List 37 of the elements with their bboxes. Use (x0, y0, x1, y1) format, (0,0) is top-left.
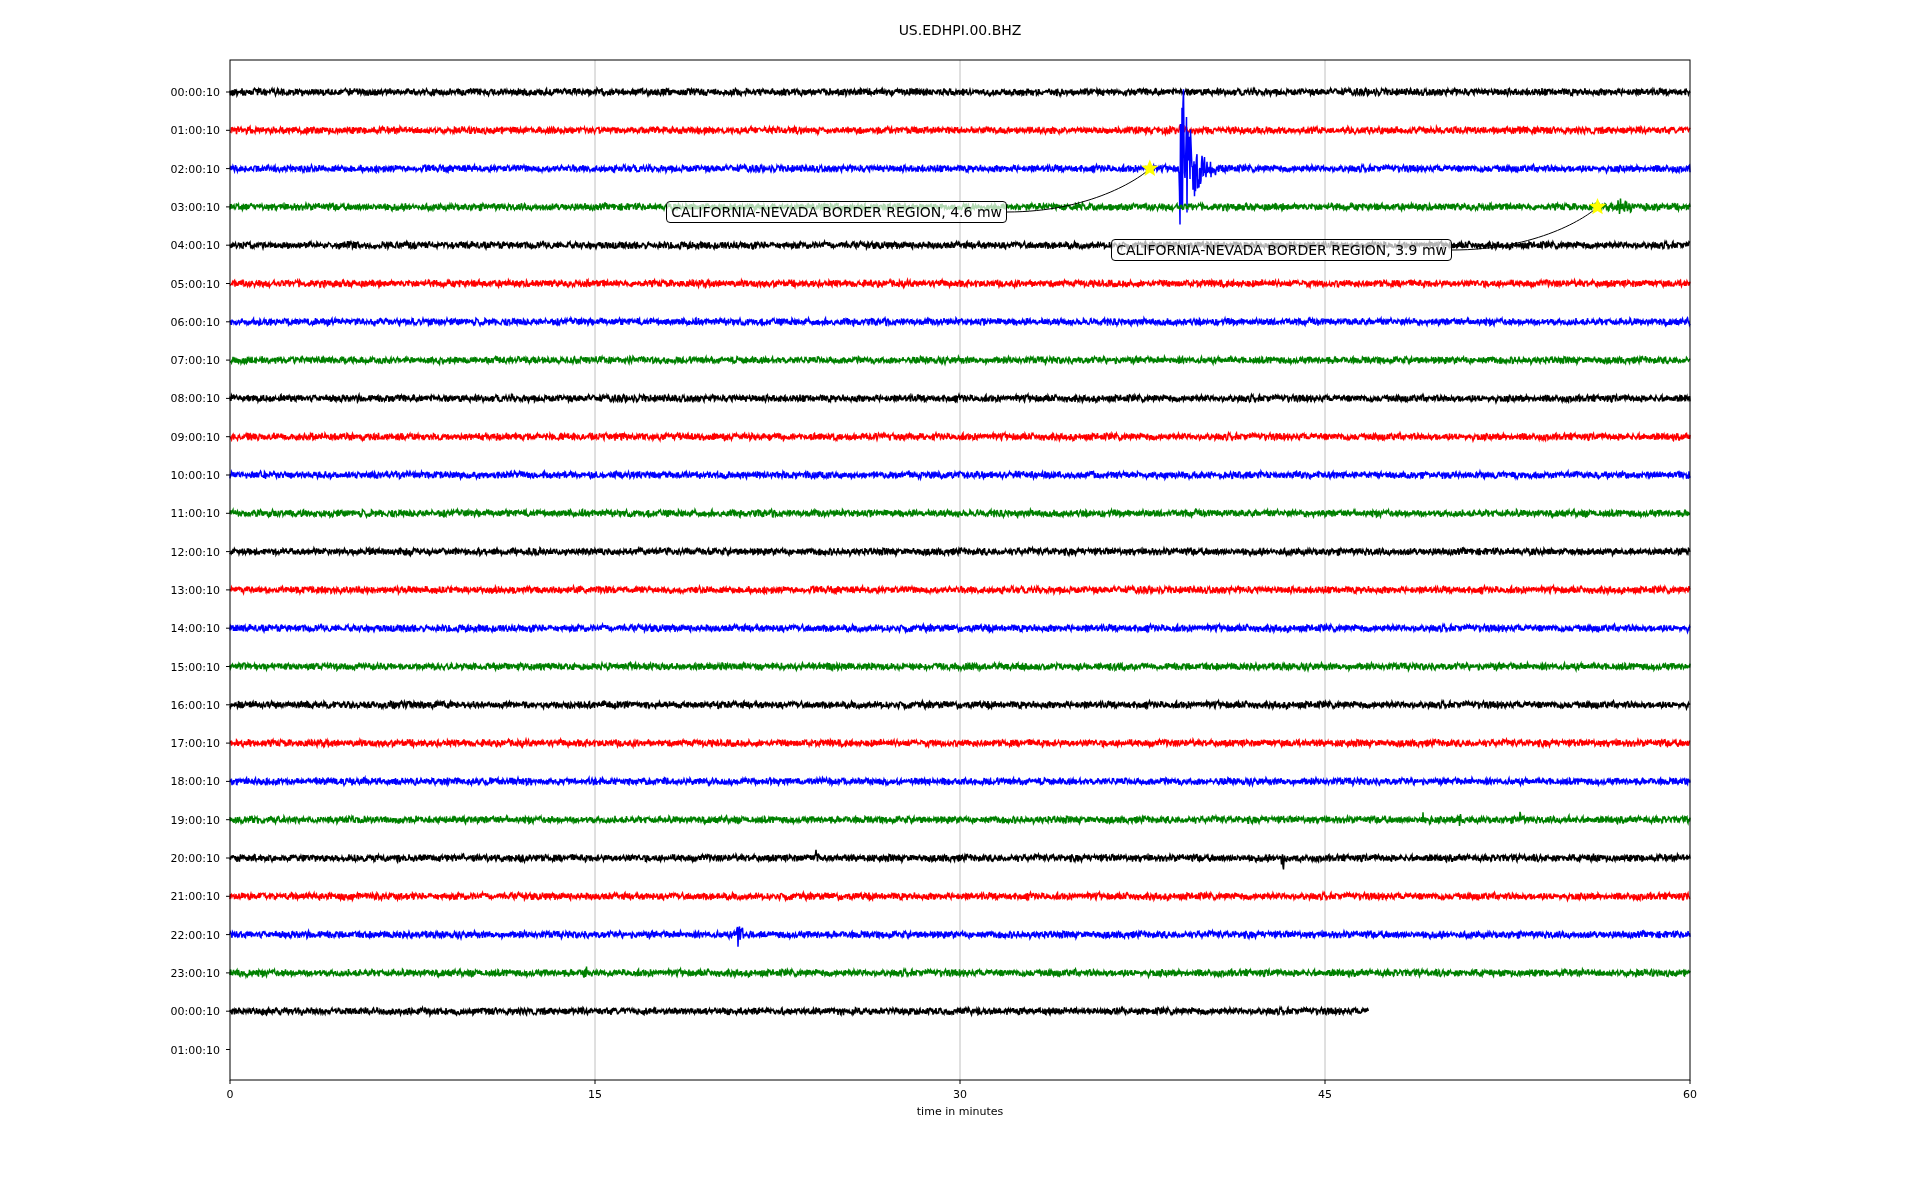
row-label: 17:00:10 (170, 737, 220, 751)
row-label: 07:00:10 (170, 354, 220, 368)
row-label: 09:00:10 (170, 430, 220, 444)
row-label: 10:00:10 (170, 469, 220, 482)
row-label: 16:00:10 (170, 698, 220, 712)
row-label: 01:00:10 (170, 1043, 220, 1057)
plot-title: US.EDHPI.00.BHZ (898, 22, 1022, 38)
row-label: 22:00:10 (170, 928, 220, 942)
row-label: 08:00:10 (170, 392, 220, 406)
row-label: 19:00:10 (170, 813, 220, 827)
row-label: 11:00:10 (170, 507, 220, 521)
row-label: 05:00:10 (170, 277, 220, 291)
row-label: 00:00:10 (170, 86, 220, 99)
annotation-label: CALIFORNIA-NEVADA BORDER REGION, 4.6 mw (666, 201, 1007, 223)
row-label: 02:00:10 (170, 162, 220, 176)
star-icon (1589, 197, 1607, 215)
row-label: 18:00:10 (170, 775, 220, 789)
row-label: 20:00:10 (170, 852, 220, 865)
x-tick-label: 45 (1318, 1088, 1332, 1101)
row-label: 21:00:10 (170, 890, 220, 904)
row-label: 13:00:10 (170, 583, 220, 597)
row-label: 23:00:10 (170, 966, 220, 980)
row-label: 03:00:10 (170, 200, 220, 214)
row-label: 15:00:10 (170, 660, 220, 674)
x-axis-label: time in minutes (916, 1105, 1004, 1118)
x-tick-label: 15 (588, 1088, 602, 1101)
star-icon (1141, 159, 1159, 176)
x-tick-label: 0 (226, 1088, 234, 1101)
row-label: 00:00:10 (170, 1005, 220, 1019)
row-label: 14:00:10 (170, 622, 220, 636)
x-tick-label: 30 (953, 1088, 967, 1101)
row-label: 12:00:10 (170, 545, 220, 559)
annotation-label: CALIFORNIA-NEVADA BORDER REGION, 3.9 mw (1111, 239, 1452, 261)
x-tick-label: 60 (1683, 1088, 1697, 1101)
row-label: 01:00:10 (170, 124, 220, 138)
row-label: 06:00:10 (170, 315, 220, 329)
row-label: 04:00:10 (170, 239, 220, 253)
